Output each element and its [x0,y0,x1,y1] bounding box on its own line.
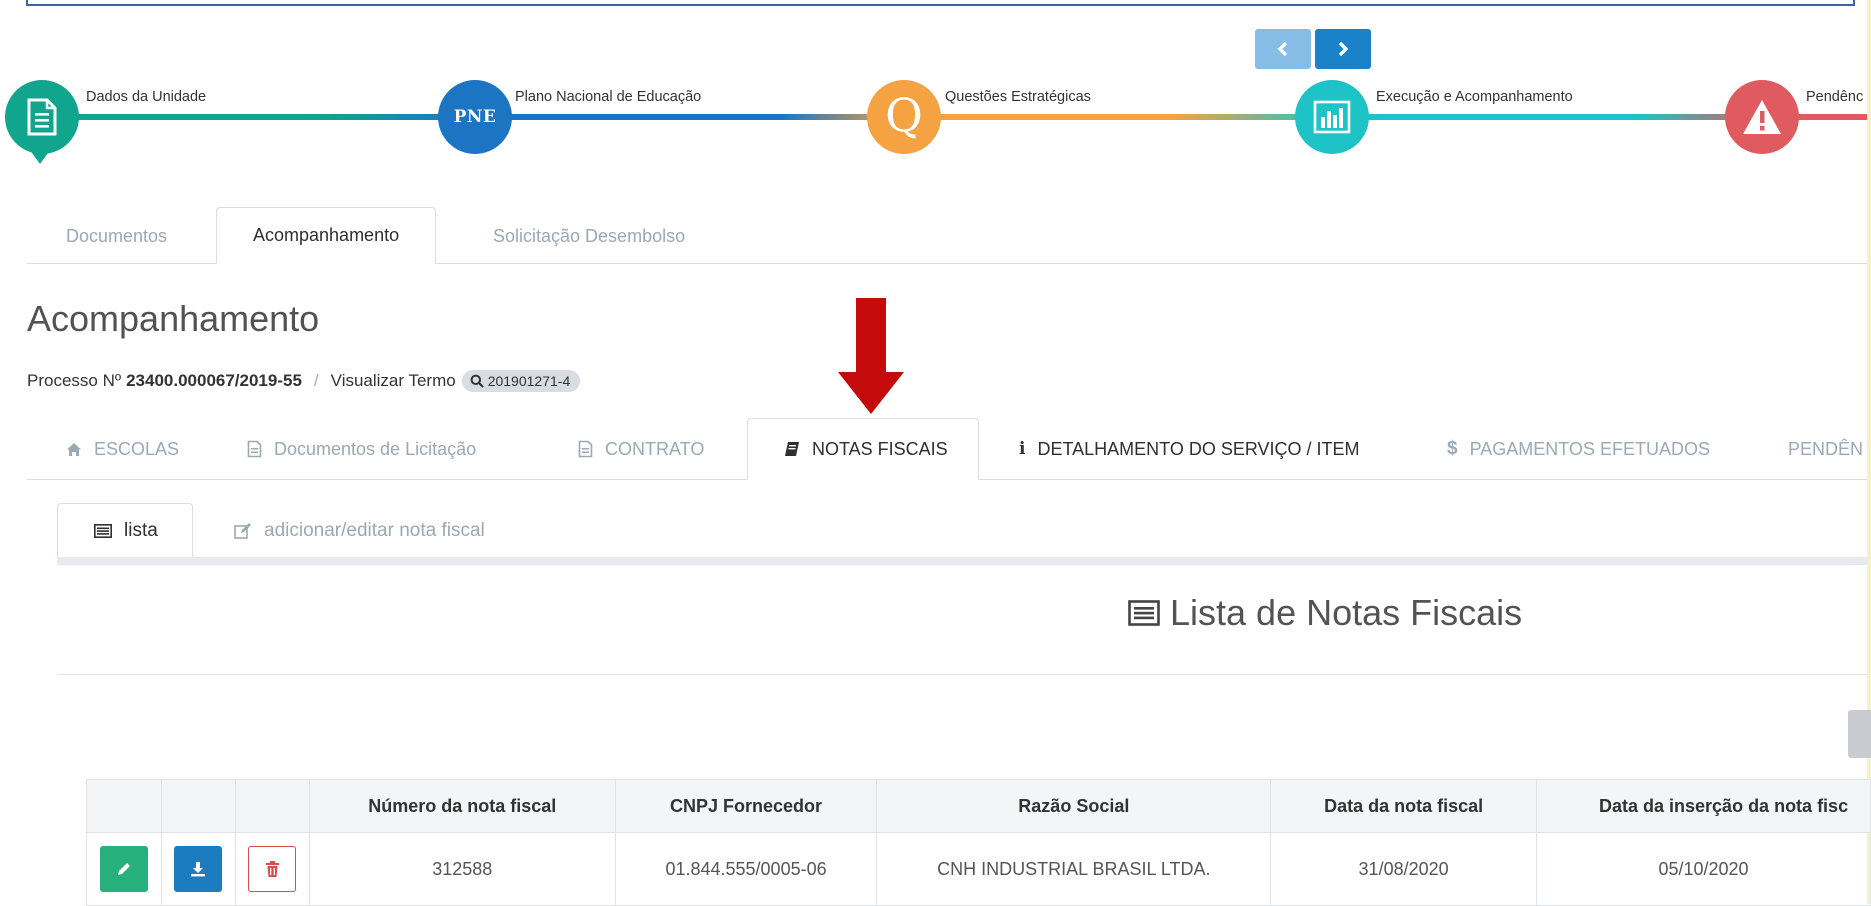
edit-icon [234,523,251,539]
tab-pagamentos-label: PAGAMENTOS EFETUADOS [1469,438,1710,459]
cell-razao-social: CNH INDUSTRIAL BRASIL LTDA. [876,832,1272,906]
step-label-execucao[interactable]: Execução e Acompanhamento [1376,89,1573,105]
step-label-questoes-estrategicas[interactable]: Questões Estratégicas [945,89,1091,105]
bar-chart-icon [1313,100,1351,134]
tab-solicitacao-desembolso[interactable]: Solicitação Desembolso [493,226,685,247]
page-title: Acompanhamento [27,298,320,339]
step-q-icon-text: Q [885,88,923,142]
header-razao-social[interactable]: Razão Social [876,779,1272,833]
header-data-nota[interactable]: Data da nota fiscal [1270,779,1537,833]
cell-cnpj: 01.844.555/0005-06 [614,832,878,906]
red-arrow-annotation [838,298,904,414]
chevron-left-icon [1277,41,1288,57]
breadcrumb-separator: / [313,371,319,390]
pencil-icon [117,863,130,875]
step-pne-icon-text: PNE [453,107,497,127]
header-actions-delete [234,779,310,833]
home-icon [67,442,81,456]
processo-number: 23400.000067/2019-55 [126,371,302,390]
step-pendencias[interactable] [1725,80,1799,154]
termo-number: 201901271-4 [487,373,571,389]
download-icon [191,862,206,877]
step-label-pendencias[interactable]: Pendênc [1806,89,1863,105]
tab-documentos-de-licitacao[interactable]: Documentos de Licitação [247,418,476,480]
cell-edit [86,832,162,906]
tab-detalhamento-label: DETALHAMENTO DO SERVIÇO / ITEM [1037,438,1360,459]
step-pne[interactable]: PNE [438,80,512,154]
subtab-lista[interactable]: lista [57,503,193,559]
download-button[interactable] [174,846,223,892]
step-execucao-e-acompanhamento[interactable] [1295,80,1369,154]
processo-prefix: Processo Nº [27,371,122,390]
dollar-icon: $ [1447,438,1458,459]
tab-contrato-label: CONTRATO [605,438,705,459]
step-connector-4 [1340,114,1767,120]
list-title-text: Lista de Notas Fiscais [1170,592,1523,633]
file-text-icon [247,440,262,458]
tab-pendencias[interactable]: PENDÊN [1788,418,1863,480]
notas-fiscais-table: Número da nota fiscal CNPJ Fornecedor Ra… [86,779,1871,906]
next-step-button[interactable] [1315,29,1371,69]
tab-detalhamento[interactable]: i DETALHAMENTO DO SERVIÇO / ITEM [1019,418,1360,480]
table-header-row: Número da nota fiscal CNPJ Fornecedor Ra… [86,779,1871,833]
book-icon [785,442,799,456]
list-title: Lista de Notas Fiscais [1128,592,1522,634]
edit-button[interactable] [99,846,148,892]
breadcrumb: Processo Nº 23400.000067/2019-55 / Visua… [27,370,581,392]
search-icon [470,374,484,388]
file-text-icon [578,440,593,458]
trash-icon [265,860,279,877]
step-label-dados-da-unidade[interactable]: Dados da Unidade [86,89,206,105]
tab-documentos[interactable]: Documentos [66,226,167,247]
info-icon: i [1019,439,1026,459]
warning-icon [1743,100,1781,134]
subtab-band [57,557,1867,565]
cell-numero: 312588 [308,832,616,906]
header-actions-edit [86,779,162,833]
tab-pendencias-label: PENDÊN [1788,438,1864,459]
tab-acompanhamento[interactable]: Acompanhamento [216,207,437,264]
cell-data-insercao: 05/10/2020 [1536,832,1871,906]
list-icon [1128,600,1160,626]
side-gray-button[interactable] [1848,710,1871,758]
right-edge-strip [1867,0,1871,904]
subtab-adicionar-editar[interactable]: adicionar/editar nota fiscal [234,503,485,559]
header-numero[interactable]: Número da nota fiscal [308,779,616,833]
chevron-right-icon [1338,41,1349,57]
subtab-lista-label: lista [124,520,158,541]
document-icon [27,98,57,136]
step-connector-2 [480,114,910,120]
step-dados-da-unidade[interactable] [5,80,79,154]
visualizar-termo-label: Visualizar Termo [330,371,456,390]
top-frame [26,0,1855,6]
header-actions-download [160,779,236,833]
delete-button[interactable] [248,846,297,892]
cell-download [160,832,236,906]
tab-notas-fiscais-label: NOTAS FISCAIS [812,438,948,459]
tab-pagamentos-efetuados[interactable]: $ PAGAMENTOS EFETUADOS [1447,418,1710,480]
header-cnpj[interactable]: CNPJ Fornecedor [614,779,878,833]
step-connector-1 [60,114,480,120]
tab-contrato[interactable]: CONTRATO [578,418,704,480]
prev-step-button[interactable] [1255,29,1311,69]
tab-escolas-label: ESCOLAS [94,438,180,459]
step-label-pne[interactable]: Plano Nacional de Educação [515,89,701,105]
tab-notas-fiscais[interactable]: NOTAS FISCAIS [747,418,979,480]
list-icon [94,524,112,538]
header-data-insercao[interactable]: Data da inserção da nota fisc [1536,779,1871,833]
table-row: 312588 01.844.555/0005-06 CNH INDUSTRIAL… [86,832,1871,906]
subtab-adicionar-editar-label: adicionar/editar nota fiscal [264,520,485,541]
step-connector-3 [910,114,1340,120]
step-scroll-controls [1255,29,1371,69]
section-divider [57,674,1867,675]
tab-documentos-de-licitacao-label: Documentos de Licitação [274,438,477,459]
cell-data-nota: 31/08/2020 [1270,832,1537,906]
step-questoes-estrategicas[interactable]: Q [867,80,941,154]
tab-escolas[interactable]: ESCOLAS [66,418,179,480]
termo-badge[interactable]: 201901271-4 [461,370,581,392]
cell-delete [234,832,310,906]
